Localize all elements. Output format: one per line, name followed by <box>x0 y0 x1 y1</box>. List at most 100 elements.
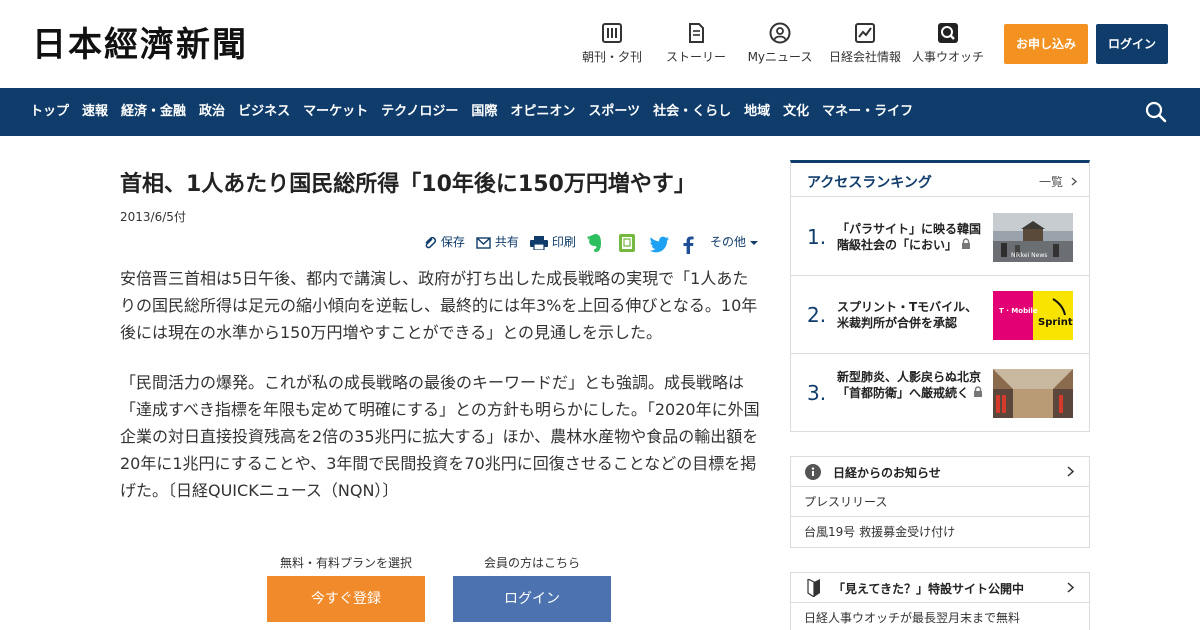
twitter-icon <box>650 236 669 253</box>
article-paragraph: 安倍晋三首相は5日午後、都内で講演し、政府が打ち出した成長戦略の実現で「1人あた… <box>120 269 758 342</box>
nav-item-society[interactable]: 社会・くらし <box>653 88 731 136</box>
ranking-headline: 「パラサイト」に映る韓国 階級社会の「におい」 <box>837 221 987 253</box>
nav-item-region[interactable]: 地域 <box>744 88 770 136</box>
main-navbar: トップ 速報 経済・金融 政治 ビジネス マーケット テクノロジー 国際 オピニ… <box>0 88 1200 136</box>
nav-item-culture[interactable]: 文化 <box>783 88 809 136</box>
lock-icon <box>974 386 983 397</box>
ranking-header: アクセスランキング 一覧 <box>791 163 1089 197</box>
nav-item-market[interactable]: マーケット <box>303 88 368 136</box>
sprint-tmobile-logo-photo: T · Mobile Sprint <box>993 291 1073 340</box>
chevron-right-icon <box>1067 466 1074 477</box>
ranking-number: 3. <box>807 381 827 405</box>
notices-header[interactable]: 日経からのお知らせ <box>791 457 1089 487</box>
header-nav-story[interactable]: ストーリー <box>660 22 732 70</box>
header-nav-label: ストーリー <box>665 50 726 64</box>
save-button[interactable]: 保存 <box>423 232 465 254</box>
header-nav-morning-evening[interactable]: 朝刊・夕刊 <box>576 22 648 70</box>
header-nav-label: 朝刊・夕刊 <box>581 50 642 64</box>
facebook-button[interactable] <box>682 234 694 256</box>
ranking-headline: スプリント・Tモバイル、米裁判所が合併を承認 <box>837 300 978 330</box>
print-button[interactable]: 印刷 <box>530 232 576 254</box>
ranking-item[interactable]: 1. 「パラサイト」に映る韓国 階級社会の「におい」 Nikkei News <box>791 198 1089 276</box>
ranking-headline: 新型肺炎、人影戻らぬ北京 「首都防衛」へ厳戒続く <box>837 369 987 401</box>
article-tools: 保存 共有 印刷 その他 <box>420 232 760 256</box>
apply-button[interactable]: お申し込み <box>1004 24 1088 64</box>
notebook-icon <box>619 233 635 252</box>
chevron-right-icon <box>1067 582 1074 593</box>
header-login-button[interactable]: ログイン <box>1096 24 1168 64</box>
ranking-all-label: 一覧 <box>1039 175 1064 189</box>
register-caption: 無料・有料プランを選択 <box>279 556 412 570</box>
ranking-number: 1. <box>807 225 827 249</box>
info-icon <box>805 464 821 480</box>
nav-item-economy[interactable]: 経済・金融 <box>121 88 186 136</box>
header-nav-label: 人事ウオッチ <box>911 50 984 64</box>
ranking-number: 2. <box>807 303 827 327</box>
ranking-all-link[interactable]: 一覧 <box>1039 173 1077 190</box>
evernote-icon <box>587 233 601 252</box>
chart-icon <box>855 23 875 43</box>
notice-row-typhoon-donation[interactable]: 台風19号 救援募金受け付け <box>791 517 1089 547</box>
special-site-promo: 「見えてきた？」特設サイト公開中 日経人事ウオッチが最長翌月末まで無料 <box>790 572 1090 630</box>
twitter-button[interactable] <box>650 234 670 256</box>
promo-row-jinji-watch[interactable]: 日経人事ウオッチが最長翌月末まで無料 <box>791 603 1089 630</box>
ranking-title: アクセスランキング <box>807 175 932 191</box>
save-label: 保存 <box>440 235 465 249</box>
nav-item-breaking[interactable]: 速報 <box>82 88 108 136</box>
nav-item-international[interactable]: 国際 <box>471 88 497 136</box>
user-icon <box>769 22 791 44</box>
site-header: 日本經濟新聞 朝刊・夕刊 ストーリー Myニュース 日経会社情報 人事ウオッチ … <box>0 0 1200 88</box>
ranking-headline-text: 「パラサイト」に映る韓国 階級社会の「におい」 <box>837 222 982 252</box>
mail-icon <box>476 236 491 249</box>
nav-item-opinion[interactable]: オピニオン <box>510 88 575 136</box>
nav-item-technology[interactable]: テクノロジー <box>381 88 458 136</box>
caret-down-icon <box>749 240 758 245</box>
article-headline: 首相、1人あたり国民総所得「10年後に150万円増やす」 <box>120 172 696 197</box>
header-nav-jinji-watch[interactable]: 人事ウオッチ <box>910 22 986 70</box>
header-nav-label: Myニュース <box>747 50 813 64</box>
login-caption: 会員の方はこちら <box>483 556 580 570</box>
evernote-button[interactable] <box>586 232 604 254</box>
korea-street-photo: Nikkei News <box>993 213 1073 262</box>
ranking-headline-text: 新型肺炎、人影戻らぬ北京 「首都防衛」へ厳戒続く <box>837 370 982 400</box>
ranking-item[interactable]: 2. スプリント・Tモバイル、米裁判所が合併を承認 T · Mobile Spr… <box>791 276 1089 354</box>
clip-icon <box>425 236 437 248</box>
notebook-button[interactable] <box>618 232 636 254</box>
nav-item-politics[interactable]: 政治 <box>199 88 225 136</box>
more-button[interactable]: その他 <box>710 232 758 254</box>
nav-item-sports[interactable]: スポーツ <box>588 88 640 136</box>
notices-title: 日経からのお知らせ <box>833 466 941 480</box>
notice-row-press-release[interactable]: プレスリリース <box>791 487 1089 517</box>
beijing-subway-photo <box>993 369 1073 418</box>
article-paragraph: 「民間活力の爆発。これが私の成長戦略の最後のキーワードだ」とも強調。成長戦略は「… <box>120 373 760 500</box>
magnifier-icon <box>938 23 958 43</box>
nikkei-notices: 日経からのお知らせ プレスリリース 台風19号 救援募金受け付け <box>790 456 1090 548</box>
newspaper-icon <box>602 23 622 43</box>
promo-header[interactable]: 「見えてきた？」特設サイト公開中 <box>791 573 1089 603</box>
facebook-icon <box>683 236 694 254</box>
header-nav-company-info[interactable]: 日経会社情報 <box>826 22 904 70</box>
print-label: 印刷 <box>551 235 576 249</box>
search-icon[interactable] <box>1144 100 1168 124</box>
access-ranking: アクセスランキング 一覧 1. 「パラサイト」に映る韓国 階級社会の「におい」 … <box>790 160 1090 432</box>
register-button[interactable]: 今すぐ登録 <box>267 576 425 622</box>
nav-item-top[interactable]: トップ <box>30 88 69 136</box>
promo-title: 「見えてきた？」特設サイト公開中 <box>833 582 1025 596</box>
article-date: 2013/6/5付 <box>120 210 186 224</box>
nav-item-money-life[interactable]: マネー・ライフ <box>822 88 913 136</box>
lock-icon <box>962 238 971 249</box>
nav-item-business[interactable]: ビジネス <box>238 88 290 136</box>
share-label: 共有 <box>494 235 519 249</box>
share-button[interactable]: 共有 <box>476 232 519 254</box>
site-logo[interactable]: 日本經濟新聞 <box>32 27 248 63</box>
svg-text:Nikkei News: Nikkei News <box>1011 252 1047 259</box>
document-icon <box>689 23 704 43</box>
beginner-mark-icon <box>807 579 820 597</box>
more-label: その他 <box>710 235 747 249</box>
svg-text:T · Mobile: T · Mobile <box>999 307 1038 315</box>
article-login-button[interactable]: ログイン <box>453 576 611 622</box>
header-nav-my-news[interactable]: Myニュース <box>744 22 816 70</box>
header-nav-label: 日経会社情報 <box>828 50 901 64</box>
ranking-item[interactable]: 3. 新型肺炎、人影戻らぬ北京 「首都防衛」へ厳戒続く <box>791 354 1089 432</box>
printer-icon <box>530 235 548 251</box>
